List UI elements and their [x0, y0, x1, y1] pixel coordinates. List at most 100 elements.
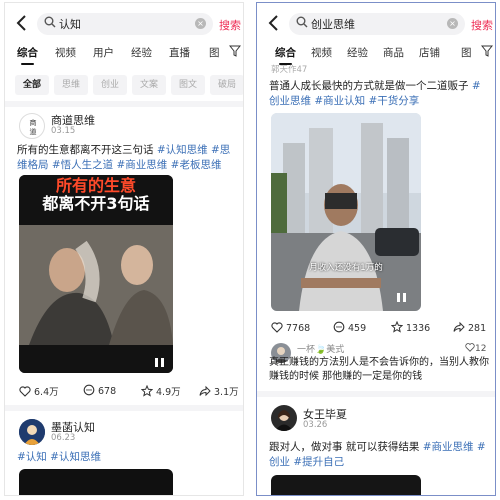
video-subtitle: 月收入还没有1万的: [309, 263, 383, 273]
heart-icon: [19, 386, 31, 397]
post-date: 03.26: [303, 420, 328, 430]
avatar[interactable]: 商 道: [19, 113, 45, 139]
back-icon[interactable]: [267, 13, 283, 33]
avatar[interactable]: [271, 405, 297, 431]
left-screen: 认知 × 搜索 综合 视频 用户 经验 直播 图 全部 思维 创业 文案 图文 …: [4, 2, 244, 496]
comment-button[interactable]: 459: [333, 321, 366, 334]
favorite-count: 1336: [406, 323, 431, 334]
star-icon: [390, 320, 404, 333]
search-query: 创业思维: [311, 18, 355, 31]
post-date: 06.23: [51, 433, 76, 443]
heart-icon: [465, 343, 475, 352]
svg-text:商: 商: [30, 118, 37, 127]
tab-comprehensive[interactable]: 综合: [275, 45, 296, 65]
back-icon[interactable]: [15, 13, 31, 33]
chip-copywriting[interactable]: 文案: [132, 75, 167, 95]
author-name-partial: 郭天作47: [271, 65, 308, 75]
tab-video[interactable]: 视频: [311, 45, 332, 60]
tab-live[interactable]: 直播: [169, 45, 190, 60]
avatar-image: [271, 405, 297, 431]
chip-breakthrough[interactable]: 破局: [210, 75, 243, 95]
video-frame: [271, 113, 421, 311]
share-count: 281: [468, 323, 487, 334]
tab-users[interactable]: 用户: [93, 45, 114, 60]
right-screen: 创业思维 × 搜索 综合 视频 经验 商品 店铺 图 郭天作47 普通人成长最快…: [256, 2, 496, 496]
avatar-image: [19, 419, 45, 445]
search-bar: 认知 × 搜索: [5, 11, 243, 39]
divider: [5, 405, 243, 411]
post-body: 普通人成长最快的方式就是做一个二道贩子: [269, 80, 469, 92]
post-text[interactable]: 跟对人，做对事 就可以获得结果 #商业思维 #创业 #提升自己: [269, 440, 491, 470]
tab-images[interactable]: 图: [461, 45, 472, 60]
hashtag[interactable]: #干货分享: [369, 95, 420, 107]
divider: [5, 101, 243, 107]
post-text[interactable]: 所有的生意都离不开这三句话 #认知思维 #思维格局 #悟人生之道 #商业思维 #…: [17, 143, 239, 173]
commenter-name[interactable]: 一杯🍃美式: [297, 342, 344, 355]
chip-thinking[interactable]: 思维: [54, 75, 89, 95]
search-icon: [296, 16, 308, 28]
hashtag[interactable]: #悟人生之道: [52, 159, 113, 171]
comment-like-button[interactable]: 12: [465, 342, 486, 354]
post-body: 跟对人，做对事 就可以获得结果: [269, 441, 420, 453]
divider: [257, 391, 495, 397]
comment-button[interactable]: 678: [83, 384, 116, 397]
hashtag[interactable]: #商业思维: [423, 441, 474, 453]
shangdao-logo: 商 道: [30, 118, 37, 136]
comment-icon: [333, 321, 345, 333]
tab-products[interactable]: 商品: [383, 45, 404, 60]
post-text[interactable]: #认知 #认知思维: [17, 450, 239, 465]
tab-comprehensive[interactable]: 综合: [17, 45, 38, 65]
favorite-button[interactable]: 4.9万: [140, 384, 181, 398]
search-input[interactable]: 认知 ×: [37, 13, 213, 35]
hashtag[interactable]: #认知思维: [157, 144, 208, 156]
category-tabs: 综合 视频 用户 经验 直播 图: [5, 45, 243, 67]
image-caption-2: 都离不开3句话: [42, 194, 150, 213]
tab-experience[interactable]: 经验: [131, 45, 152, 60]
hashtag[interactable]: #认知思维: [50, 451, 101, 463]
search-icon: [44, 16, 56, 28]
image-caption-1: 所有的生意: [55, 176, 136, 195]
search-button[interactable]: 搜索: [471, 17, 493, 33]
like-count: 7768: [286, 323, 311, 334]
share-button[interactable]: 3.1万: [199, 384, 239, 398]
hashtag[interactable]: #商业认知: [314, 95, 365, 107]
search-input[interactable]: 创业思维 ×: [289, 13, 465, 35]
tab-video[interactable]: 视频: [55, 45, 76, 60]
share-button[interactable]: 281: [453, 321, 486, 334]
tab-stores[interactable]: 店铺: [419, 45, 440, 60]
comment-text: 真正赚钱的方法别人是不会告诉你的，当别人教你赚钱的时候 那他赚的一定是你的钱: [269, 357, 489, 382]
like-button[interactable]: 6.4万: [19, 384, 59, 398]
post-text[interactable]: 普通人成长最快的方式就是做一个二道贩子 #创业思维 #商业认知 #干货分享: [269, 79, 491, 109]
video-thumbnail[interactable]: 月收入还没有1万的: [271, 113, 421, 311]
filter-icon[interactable]: [229, 45, 241, 57]
clear-icon[interactable]: ×: [447, 18, 458, 29]
chip-all[interactable]: 全部: [15, 75, 50, 95]
search-button[interactable]: 搜索: [219, 17, 241, 33]
share-count: 3.1万: [214, 387, 239, 398]
like-button[interactable]: 7768: [271, 321, 310, 334]
comment-like-count: 12: [475, 344, 487, 354]
svg-text:道: 道: [30, 127, 37, 136]
like-count: 6.4万: [34, 387, 59, 398]
favorite-button[interactable]: 1336: [390, 320, 431, 334]
hashtag[interactable]: #老板思维: [171, 159, 222, 171]
video-thumbnail[interactable]: 所有的生意 都离不开3句话: [19, 175, 173, 373]
share-icon: [199, 385, 211, 397]
avatar[interactable]: [19, 419, 45, 445]
engagement-bar: 6.4万 678 4.9万 3.1万: [19, 384, 239, 398]
post-body: 所有的生意都离不开这三句话: [17, 144, 154, 156]
hashtag[interactable]: #商业思维: [117, 159, 168, 171]
video-thumbnail[interactable]: [19, 469, 173, 495]
heart-icon: [271, 322, 283, 333]
filter-icon[interactable]: [481, 45, 493, 57]
clear-icon[interactable]: ×: [195, 18, 206, 29]
tab-images[interactable]: 图: [209, 45, 220, 60]
video-thumbnail[interactable]: [271, 475, 421, 495]
filter-chips: 全部 思维 创业 文案 图文 破局: [5, 75, 243, 97]
search-bar: 创业思维 × 搜索: [257, 11, 495, 39]
hashtag[interactable]: #认知: [17, 451, 47, 463]
tab-experience[interactable]: 经验: [347, 45, 368, 60]
chip-startup[interactable]: 创业: [93, 75, 128, 95]
hashtag[interactable]: #提升自己: [293, 456, 344, 468]
chip-imagetext[interactable]: 图文: [171, 75, 206, 95]
